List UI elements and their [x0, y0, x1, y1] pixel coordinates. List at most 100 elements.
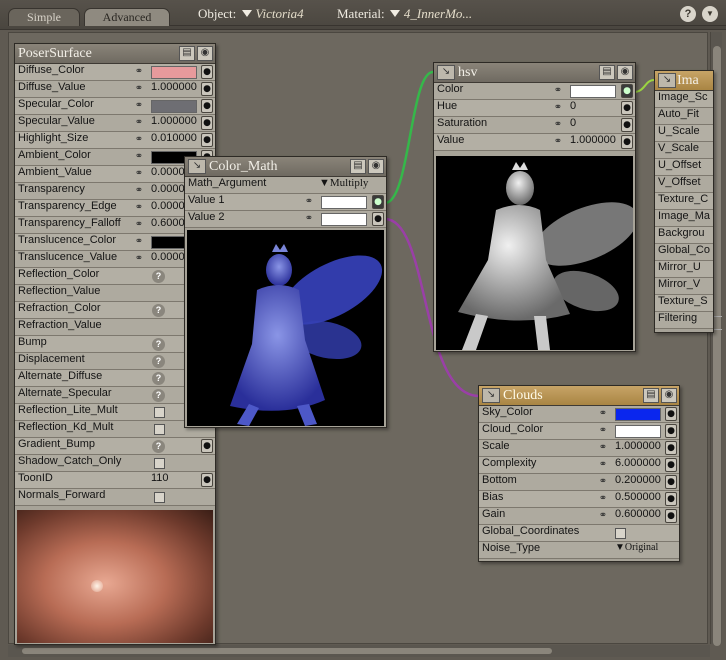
value1-plug-icon[interactable]: ● [372, 195, 384, 209]
link-icon[interactable]: ⚭ [299, 196, 319, 208]
hsv-color-plug-icon[interactable]: ● [621, 84, 633, 98]
cloud-color-row[interactable]: Cloud_Color ⚭ ● [479, 423, 679, 440]
math-argument-row[interactable]: Math_Argument ▼Multiply [185, 177, 386, 194]
noise-type-dropdown[interactable]: ▼Original [615, 542, 658, 553]
link-icon[interactable]: ⚭ [593, 442, 613, 454]
clouds-node[interactable]: ↘ Clouds ▤ ◉ Sky_Color ⚭ ● Cloud_Color ⚭ ● S… [478, 385, 680, 562]
image-map-row[interactable]: Image_Ma [655, 210, 713, 227]
poser-surface-header[interactable]: PoserSurface ▤ ◉ [15, 44, 215, 64]
math-argument-dropdown[interactable]: ▼Multiply [319, 177, 368, 189]
question-icon[interactable]: ? [152, 304, 165, 317]
poser-row-normals-forward[interactable]: Normals_Forward [15, 489, 215, 506]
bias-value[interactable]: 0.500000 [615, 491, 661, 503]
checkbox[interactable] [154, 407, 165, 418]
link-icon[interactable]: ⚭ [129, 83, 149, 95]
image-map-row[interactable]: Filtering [655, 312, 713, 329]
scale-plug-icon[interactable]: ● [665, 441, 677, 455]
cloud-color-plug-icon[interactable]: ● [665, 424, 677, 438]
bottom-plug-icon[interactable]: ● [665, 475, 677, 489]
link-icon[interactable]: ⚭ [593, 493, 613, 505]
numeric-value[interactable]: 0.0000 [151, 166, 185, 178]
link-icon[interactable]: ⚭ [129, 202, 149, 214]
bias-plug-icon[interactable]: ● [665, 492, 677, 506]
link-icon[interactable]: ⚭ [129, 66, 149, 78]
collapse-arrow-icon[interactable]: ↘ [437, 65, 455, 80]
numeric-value[interactable]: 0.0000 [151, 200, 185, 212]
link-icon[interactable]: ⚭ [593, 476, 613, 488]
value2-plug-icon[interactable]: ● [372, 212, 384, 226]
image-map-row[interactable]: Backgrou [655, 227, 713, 244]
image-map-row[interactable]: Auto_Fit [655, 108, 713, 125]
image-map-row[interactable]: Texture_C [655, 193, 713, 210]
node-menu-icon[interactable]: ▤ [179, 46, 195, 61]
hsv-hue-value[interactable]: 0 [570, 100, 576, 112]
input-plug-icon[interactable]: ● [201, 473, 213, 487]
link-icon[interactable]: ⚭ [593, 425, 613, 437]
hsv-color-row[interactable]: Color ⚭ ● [434, 83, 635, 100]
checkbox[interactable] [154, 458, 165, 469]
input-plug-icon[interactable]: ● [201, 439, 213, 453]
image-map-row[interactable]: V_Offset [655, 176, 713, 193]
poser-row-diffuse-value[interactable]: Diffuse_Value ⚭ 1.000000 ● [15, 81, 215, 98]
link-icon[interactable]: ⚭ [129, 236, 149, 248]
sky-color-swatch[interactable] [615, 408, 661, 421]
collapse-arrow-icon[interactable]: ↘ [482, 388, 500, 403]
link-icon[interactable]: ⚭ [593, 459, 613, 471]
gain-plug-icon[interactable]: ● [665, 509, 677, 523]
clouds-header[interactable]: ↘ Clouds ▤ ◉ [479, 386, 679, 406]
gain-value[interactable]: 0.600000 [615, 508, 661, 520]
cloud-color-swatch[interactable] [615, 425, 661, 438]
value1-color-swatch[interactable] [321, 196, 367, 209]
link-icon[interactable]: ⚭ [548, 136, 568, 148]
color-swatch[interactable] [151, 100, 197, 113]
hsv-value-value[interactable]: 1.000000 [570, 134, 616, 146]
complexity-row[interactable]: Complexity ⚭ 6.000000 ● [479, 457, 679, 474]
link-icon[interactable]: ⚭ [593, 510, 613, 522]
hsv-saturation-row[interactable]: Saturation ⚭ 0 ● [434, 117, 635, 134]
eye-icon[interactable]: ◉ [368, 159, 384, 174]
color-swatch[interactable] [151, 66, 197, 79]
numeric-value[interactable]: 1.000000 [151, 81, 197, 93]
input-plug-icon[interactable]: ● [201, 99, 213, 113]
poser-row-gradient-bump[interactable]: Gradient_Bump? ● [15, 438, 215, 455]
hsv-saturation-plug-icon[interactable]: ● [621, 118, 633, 132]
poser-row-diffuse-color[interactable]: Diffuse_Color ⚭ ● [15, 64, 215, 81]
hsv-node[interactable]: ↘ hsv ▤ ◉ Color ⚭ ● Hue ⚭ 0 ● Saturation ⚭ 0 ● V… [433, 62, 636, 352]
image-map-node[interactable]: ↘ Ima Image_Sc Auto_Fit U_Scale V_Scale U_Of… [654, 70, 714, 333]
poser-row-specular-value[interactable]: Specular_Value ⚭ 1.000000 ● [15, 115, 215, 132]
input-plug-icon[interactable]: ● [201, 133, 213, 147]
question-icon[interactable]: ? [152, 270, 165, 283]
node-menu-icon[interactable]: ▤ [599, 65, 615, 80]
collapse-arrow-icon[interactable]: ↘ [658, 73, 676, 88]
scale-row[interactable]: Scale ⚭ 1.000000 ● [479, 440, 679, 457]
scale-value[interactable]: 1.000000 [615, 440, 661, 452]
question-icon[interactable]: ? [152, 355, 165, 368]
eye-icon[interactable]: ◉ [661, 388, 677, 403]
poser-row-shadow-catch-only[interactable]: Shadow_Catch_Only [15, 455, 215, 472]
hsv-value-plug-icon[interactable]: ● [621, 135, 633, 149]
integer-value[interactable]: 110 [151, 472, 169, 484]
link-icon[interactable]: ⚭ [548, 85, 568, 97]
link-icon[interactable]: ⚭ [548, 102, 568, 114]
hsv-hue-row[interactable]: Hue ⚭ 0 ● [434, 100, 635, 117]
eye-icon[interactable]: ◉ [617, 65, 633, 80]
question-icon[interactable]: ? [152, 440, 165, 453]
link-icon[interactable]: ⚭ [129, 134, 149, 146]
image-map-row[interactable]: Global_Co [655, 244, 713, 261]
hsv-value-row[interactable]: Value ⚭ 1.000000 ● [434, 134, 635, 151]
poser-row-toonid[interactable]: ToonID 110 ● [15, 472, 215, 489]
eye-icon[interactable]: ◉ [197, 46, 213, 61]
link-icon[interactable]: ⚭ [129, 151, 149, 163]
value2-row[interactable]: Value 2 ⚭ ● [185, 211, 386, 228]
noise-type-row[interactable]: Noise_Type ▼Original [479, 542, 679, 559]
hsv-hue-plug-icon[interactable]: ● [621, 101, 633, 115]
global-coordinates-checkbox[interactable] [615, 528, 626, 539]
node-menu-icon[interactable]: ▤ [643, 388, 659, 403]
bottom-value[interactable]: 0.200000 [615, 474, 661, 486]
link-icon[interactable]: ⚭ [129, 168, 149, 180]
link-icon[interactable]: ⚭ [129, 117, 149, 129]
input-plug-icon[interactable]: ● [201, 116, 213, 130]
link-icon[interactable]: ⚭ [299, 213, 319, 225]
hsv-header[interactable]: ↘ hsv ▤ ◉ [434, 63, 635, 83]
link-icon[interactable]: ⚭ [548, 119, 568, 131]
